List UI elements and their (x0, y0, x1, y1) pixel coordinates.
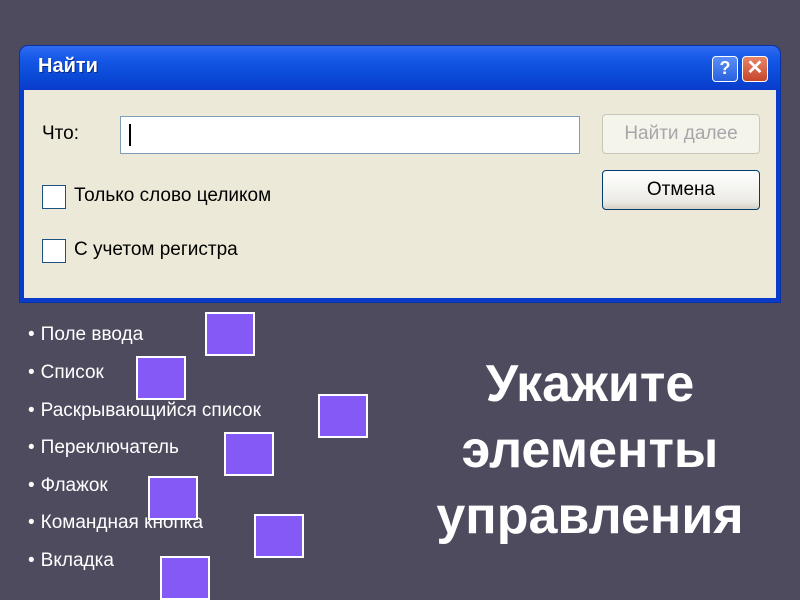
whole-word-checkbox[interactable] (42, 185, 66, 209)
answer-square[interactable] (160, 556, 210, 600)
list-item: • Переключатель (28, 437, 179, 459)
close-button[interactable]: ✕ (742, 56, 768, 82)
bullet-icon: • (28, 512, 35, 533)
bullet-icon: • (28, 550, 35, 571)
find-label: Что: (42, 123, 79, 144)
answer-square[interactable] (148, 476, 198, 520)
answer-square[interactable] (224, 432, 274, 476)
list-item: • Флажок (28, 475, 108, 497)
list-item-label: Вкладка (40, 550, 114, 571)
close-icon: ✕ (746, 57, 764, 79)
find-dialog: Найти ? ✕ Что: Найти далее Отмена Только… (20, 46, 780, 302)
list-item-label: Флажок (40, 475, 108, 496)
find-next-button[interactable]: Найти далее (602, 114, 760, 154)
cancel-button[interactable]: Отмена (602, 170, 760, 210)
list-item-label: Поле ввода (40, 324, 144, 345)
answer-square[interactable] (136, 356, 186, 400)
bullet-icon: • (28, 475, 35, 496)
list-item: • Список (28, 362, 104, 384)
answer-square[interactable] (205, 312, 255, 356)
answer-square[interactable] (254, 514, 304, 558)
bullet-icon: • (28, 400, 35, 421)
text-caret (129, 124, 131, 146)
dialog-title: Найти (38, 55, 98, 77)
list-item: • Раскрывающийся список (28, 400, 261, 422)
prompt-line-2: элементы (461, 421, 719, 479)
list-item: • Поле ввода (28, 324, 143, 346)
bullet-icon: • (28, 362, 35, 383)
help-button[interactable]: ? (712, 56, 738, 82)
bullet-icon: • (28, 437, 35, 458)
whole-word-label[interactable]: Только слово целиком (74, 185, 271, 207)
list-item-label: Переключатель (40, 437, 179, 458)
bullet-icon: • (28, 324, 35, 345)
list-item: • Вкладка (28, 550, 114, 572)
match-case-checkbox[interactable] (42, 239, 66, 263)
dialog-titlebar[interactable]: Найти ? ✕ (20, 46, 780, 90)
answer-square[interactable] (318, 394, 368, 438)
dialog-body: Что: Найти далее Отмена Только слово цел… (24, 90, 776, 298)
find-input[interactable] (120, 116, 580, 154)
match-case-label[interactable]: С учетом регистра (74, 239, 238, 261)
prompt-line-3: управления (436, 487, 744, 545)
list-item-label: Список (40, 362, 104, 383)
help-icon: ? (719, 58, 731, 78)
list-item-label: Раскрывающийся список (40, 400, 261, 421)
prompt-line-1: Укажите (485, 355, 695, 413)
